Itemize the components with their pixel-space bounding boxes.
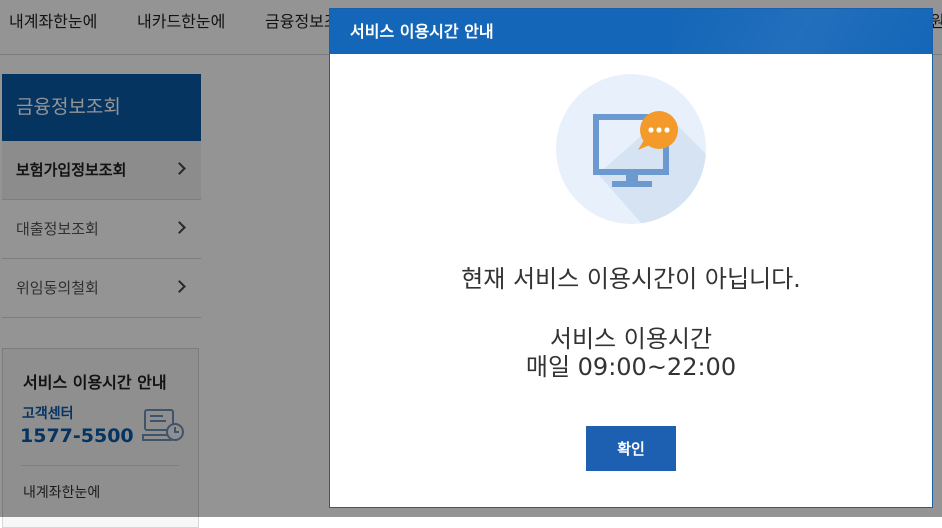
monitor-chat-icon [556,74,706,224]
page: 내계좌한눈에 내카드한눈에 금융정보조회 원 금융정보조회 보험가입정보조회 대… [0,0,942,528]
modal-title: 서비스 이용시간 안내 [350,22,494,41]
service-hours-modal: 서비스 이용시간 안내 현재 서비스 이용시간이 아닙니다. 서비스 이용시간 … [329,8,933,508]
modal-header: 서비스 이용시간 안내 [330,9,932,54]
service-hours-value: 매일 09:00~22:00 [525,353,737,381]
header-pattern [672,9,932,54]
status-message: 현재 서비스 이용시간이 아닙니다. [461,265,801,293]
confirm-button[interactable]: 확인 [586,426,676,471]
